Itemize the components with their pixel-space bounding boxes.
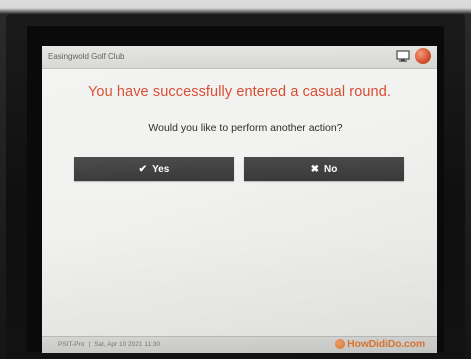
kiosk-screen: Easingwold Golf Club You have successful… <box>42 46 437 353</box>
footer-info: PSIT-Pro | Sat, Apr 10 2021 11:30 <box>58 341 160 348</box>
club-name: Easingwold Golf Club <box>48 52 125 61</box>
app-name: PSIT-Pro <box>58 341 85 348</box>
footer-separator: | <box>88 341 91 348</box>
power-icon[interactable] <box>415 48 431 64</box>
yes-button[interactable]: ✔ Yes <box>74 157 234 181</box>
title-bar: Easingwold Golf Club <box>42 46 437 69</box>
brand-link[interactable]: HowDidiDo.com <box>335 338 425 350</box>
success-message: You have successfully entered a casual r… <box>87 84 392 100</box>
howdidido-logo-icon <box>335 339 346 349</box>
checkmark-icon: ✔ <box>138 163 148 175</box>
status-footer: PSIT-Pro | Sat, Apr 10 2021 11:30 HowDidiD… <box>42 336 437 353</box>
footer-datetime: Sat, Apr 10 2021 11:30 <box>94 341 161 348</box>
no-label: No <box>324 163 338 175</box>
x-icon: ✖ <box>310 163 320 175</box>
prompt-question: Would you like to perform another action… <box>148 122 343 134</box>
brand-name: HowDidiDo.com <box>347 338 425 350</box>
photo-frame: Easingwold Golf Club You have successful… <box>0 0 471 359</box>
no-button[interactable]: ✖ No <box>244 157 404 181</box>
monitor-icon[interactable] <box>396 50 410 62</box>
yes-label: Yes <box>152 163 170 175</box>
